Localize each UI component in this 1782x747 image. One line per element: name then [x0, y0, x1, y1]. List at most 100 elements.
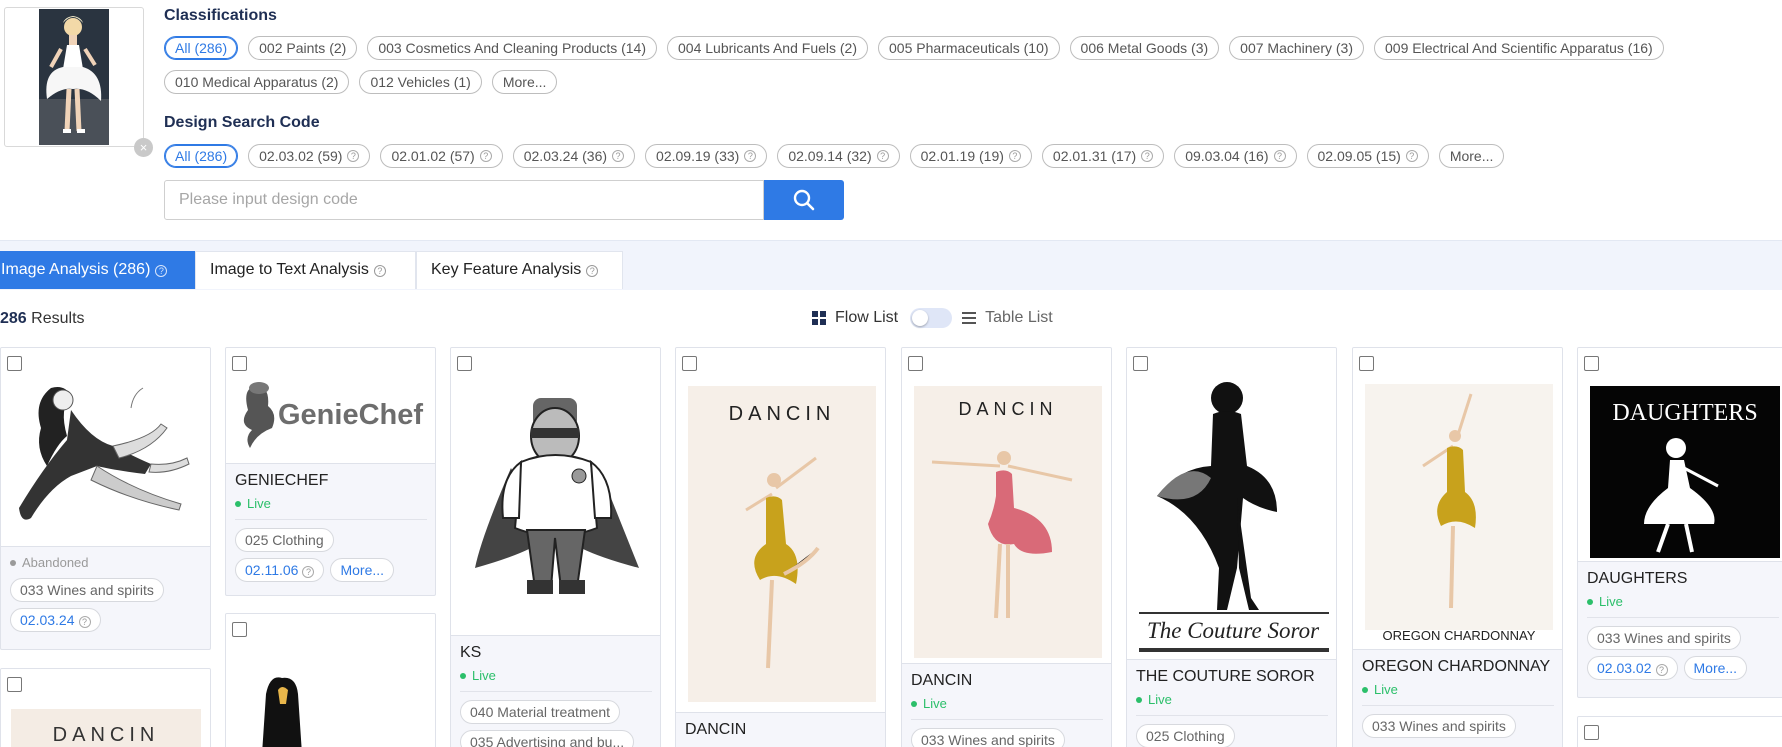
- help-icon[interactable]: ?: [373, 265, 386, 277]
- design-code-chip[interactable]: 02.01.31 (17)?: [1041, 144, 1165, 168]
- card-thumbnail: DAUGHTERS: [1578, 348, 1782, 562]
- class-tag[interactable]: 040 Material treatment: [460, 700, 621, 724]
- class-tag[interactable]: 033 Wines and spirits: [10, 578, 164, 602]
- classification-chip[interactable]: 002 Paints (2): [248, 36, 358, 60]
- result-card[interactable]: [1577, 716, 1782, 747]
- card-thumbnail: [1578, 717, 1782, 747]
- card-body: DAUGHTERS Live 033 Wines and spirits 02.…: [1578, 562, 1782, 688]
- class-tag[interactable]: 033 Wines and spirits: [1362, 714, 1516, 738]
- design-code-chip[interactable]: 02.03.24 (36)?: [512, 144, 636, 168]
- tag-row: 033 Wines and spirits: [911, 728, 1103, 747]
- more-button[interactable]: More...: [330, 558, 395, 582]
- design-code-chips: All (286) 02.03.02 (59)? 02.01.02 (57)? …: [164, 144, 1764, 168]
- design-code-chip-all[interactable]: All (286): [164, 144, 239, 168]
- marilyn-photo: [39, 9, 109, 145]
- classification-chip[interactable]: 004 Lubricants And Fuels (2): [667, 36, 869, 60]
- help-icon[interactable]: ?: [612, 150, 625, 162]
- classification-chip[interactable]: 007 Machinery (3): [1229, 36, 1364, 60]
- svg-text:The Couture Soror: The Couture Soror: [1147, 618, 1320, 643]
- status-badge: Abandoned: [10, 555, 202, 574]
- design-code-more-button[interactable]: More...: [1438, 144, 1505, 168]
- classification-chip[interactable]: 010 Medical Apparatus (2): [164, 70, 350, 94]
- help-icon[interactable]: ?: [1141, 150, 1154, 162]
- dancin-ballerina-image: DANCIN: [688, 386, 876, 702]
- result-card[interactable]: GenieChef GENIECHEF Live 025 Clothing 02…: [225, 347, 436, 596]
- clear-image-icon[interactable]: ×: [134, 138, 153, 157]
- classification-chip-all[interactable]: All (286): [164, 36, 239, 60]
- search-button[interactable]: [764, 180, 844, 220]
- flow-list-label[interactable]: Flow List: [835, 309, 898, 327]
- help-icon[interactable]: ?: [1273, 150, 1286, 162]
- tab-image-analysis[interactable]: Image Analysis (286)?: [0, 251, 195, 289]
- help-icon[interactable]: ?: [744, 150, 757, 162]
- result-card[interactable]: OREGON CHARDONNAY OREGON CHARDONNAY Live…: [1352, 347, 1563, 747]
- help-icon[interactable]: ?: [586, 265, 599, 277]
- analysis-tab-bar: Image Analysis (286)? Image to Text Anal…: [0, 240, 1782, 290]
- select-checkbox[interactable]: [232, 622, 247, 637]
- tab-image-to-text-analysis[interactable]: Image to Text Analysis?: [195, 251, 416, 289]
- class-tag[interactable]: 033 Wines and spirits: [1587, 626, 1741, 650]
- card-body: OREGON CHARDONNAY Live 033 Wines and spi…: [1353, 650, 1562, 746]
- card-body: Abandoned 033 Wines and spirits 02.03.24…: [1, 547, 210, 640]
- select-checkbox[interactable]: [457, 356, 472, 371]
- table-list-label[interactable]: Table List: [985, 309, 1053, 327]
- select-checkbox[interactable]: [1359, 356, 1374, 371]
- classification-chip[interactable]: 006 Metal Goods (3): [1069, 36, 1220, 60]
- class-tag[interactable]: 035 Advertising and bu...: [460, 730, 635, 747]
- select-checkbox[interactable]: [1584, 356, 1599, 371]
- class-tag[interactable]: 025 Clothing: [235, 528, 334, 552]
- view-switch[interactable]: [910, 308, 953, 328]
- tab-key-feature-analysis[interactable]: Key Feature Analysis?: [416, 251, 623, 289]
- design-code-tag[interactable]: 02.03.02?: [1587, 656, 1678, 680]
- design-code-tag[interactable]: 02.03.24?: [10, 608, 101, 632]
- help-icon[interactable]: ?: [479, 150, 492, 162]
- result-card[interactable]: DANCIN: [0, 668, 211, 747]
- card-body: KS Live 040 Material treatment 035 Adver…: [451, 636, 660, 747]
- classification-chip[interactable]: 005 Pharmaceuticals (10): [878, 36, 1060, 60]
- design-code-chip[interactable]: 02.01.19 (19)?: [909, 144, 1032, 168]
- select-checkbox[interactable]: [682, 356, 697, 371]
- result-card[interactable]: DANCIN DANCIN Live 033 Wines and spirits: [901, 347, 1112, 747]
- result-card[interactable]: DAUGHTERS DAUGHTERS Live 033 Wines and s…: [1577, 347, 1782, 698]
- query-image[interactable]: [4, 7, 144, 147]
- result-card[interactable]: Abandoned 033 Wines and spirits 02.03.24…: [0, 347, 211, 650]
- trademark-name: KS: [460, 644, 482, 661]
- select-checkbox[interactable]: [7, 356, 22, 371]
- class-tag[interactable]: 025 Clothing: [1136, 724, 1235, 747]
- design-code-chip[interactable]: 09.03.04 (16)?: [1174, 144, 1297, 168]
- help-icon[interactable]: ?: [1655, 664, 1668, 676]
- class-tag[interactable]: 033 Wines and spirits: [911, 728, 1065, 747]
- design-code-tag[interactable]: 02.11.06?: [235, 558, 325, 582]
- select-checkbox[interactable]: [232, 356, 247, 371]
- classification-chip[interactable]: 012 Vehicles (1): [359, 70, 482, 94]
- more-button[interactable]: More...: [1683, 656, 1748, 680]
- result-card[interactable]: DANCIN DANCIN: [675, 347, 886, 747]
- help-icon[interactable]: ?: [1008, 150, 1021, 162]
- select-checkbox[interactable]: [7, 677, 22, 692]
- help-icon[interactable]: ?: [155, 265, 168, 277]
- classification-more-button[interactable]: More...: [491, 70, 558, 94]
- result-card[interactable]: The Couture Soror THE COUTURE SOROR Live…: [1126, 347, 1337, 747]
- result-card[interactable]: [225, 613, 436, 747]
- help-icon[interactable]: ?: [347, 150, 360, 162]
- select-checkbox[interactable]: [1133, 356, 1148, 371]
- status-badge: Live: [460, 668, 652, 692]
- help-icon[interactable]: ?: [78, 616, 91, 628]
- card-body: THE COUTURE SOROR Live 025 Clothing: [1127, 660, 1336, 747]
- design-code-chip[interactable]: 02.03.02 (59)?: [248, 144, 371, 168]
- card-thumbnail: OREGON CHARDONNAY: [1353, 348, 1562, 650]
- design-code-input[interactable]: [164, 180, 764, 220]
- help-icon[interactable]: ?: [302, 566, 315, 578]
- help-icon[interactable]: ?: [1405, 150, 1418, 162]
- design-code-chip[interactable]: 02.01.02 (57)?: [380, 144, 503, 168]
- svg-text:DAUGHTERS: DAUGHTERS: [1612, 400, 1757, 426]
- design-code-chip[interactable]: 02.09.19 (33)?: [645, 144, 768, 168]
- select-checkbox[interactable]: [1584, 725, 1599, 740]
- result-card[interactable]: KS Live 040 Material treatment 035 Adver…: [450, 347, 661, 747]
- design-code-chip[interactable]: 02.09.14 (32)?: [777, 144, 900, 168]
- classification-chip[interactable]: 003 Cosmetics And Cleaning Products (14): [367, 36, 658, 60]
- design-code-chip[interactable]: 02.09.05 (15)?: [1306, 144, 1429, 168]
- classification-chip[interactable]: 009 Electrical And Scientific Apparatus …: [1374, 36, 1664, 60]
- select-checkbox[interactable]: [908, 356, 923, 371]
- help-icon[interactable]: ?: [876, 150, 889, 162]
